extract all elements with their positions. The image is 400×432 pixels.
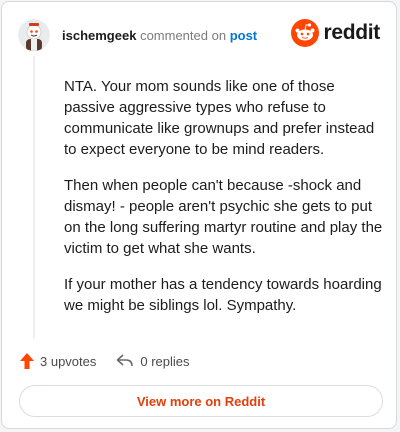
comment-embed-card: ischemgeek commented on post reddit NTA.… (1, 1, 397, 429)
reddit-brand[interactable]: reddit (291, 19, 380, 47)
upvote-arrow-icon[interactable] (20, 353, 34, 369)
view-more-button[interactable]: View more on Reddit (19, 385, 383, 417)
commented-on-text: commented on (140, 27, 227, 43)
reply-count: 0 replies (140, 353, 190, 369)
avatar[interactable] (18, 19, 50, 51)
post-link[interactable]: post (230, 28, 257, 43)
comment-meta: ischemgeek commented on post (62, 28, 257, 43)
comment-header: ischemgeek commented on post reddit (18, 18, 380, 52)
reply-action[interactable]: 0 replies (116, 353, 190, 369)
reddit-logo-icon (291, 19, 320, 47)
upvote-action[interactable]: 3 upvotes (20, 353, 96, 369)
comment-paragraph-1: NTA. Your mom sounds like one of those p… (64, 78, 375, 158)
username-link[interactable]: ischemgeek (62, 28, 136, 43)
upvote-count: 3 upvotes (40, 353, 97, 369)
reddit-wordmark: reddit (323, 21, 380, 44)
reply-icon[interactable] (116, 354, 134, 368)
comment-paragraph-2: Then when people can't because -shock an… (64, 177, 383, 257)
comment-paragraph-3: If your mother has a tendency towards ho… (64, 276, 382, 314)
comment-body: NTA. Your mom sounds like one of those p… (64, 76, 384, 331)
thread-line (33, 56, 35, 339)
avatar-image (18, 19, 50, 51)
comment-actions: 3 upvotes 0 replies (20, 352, 190, 370)
